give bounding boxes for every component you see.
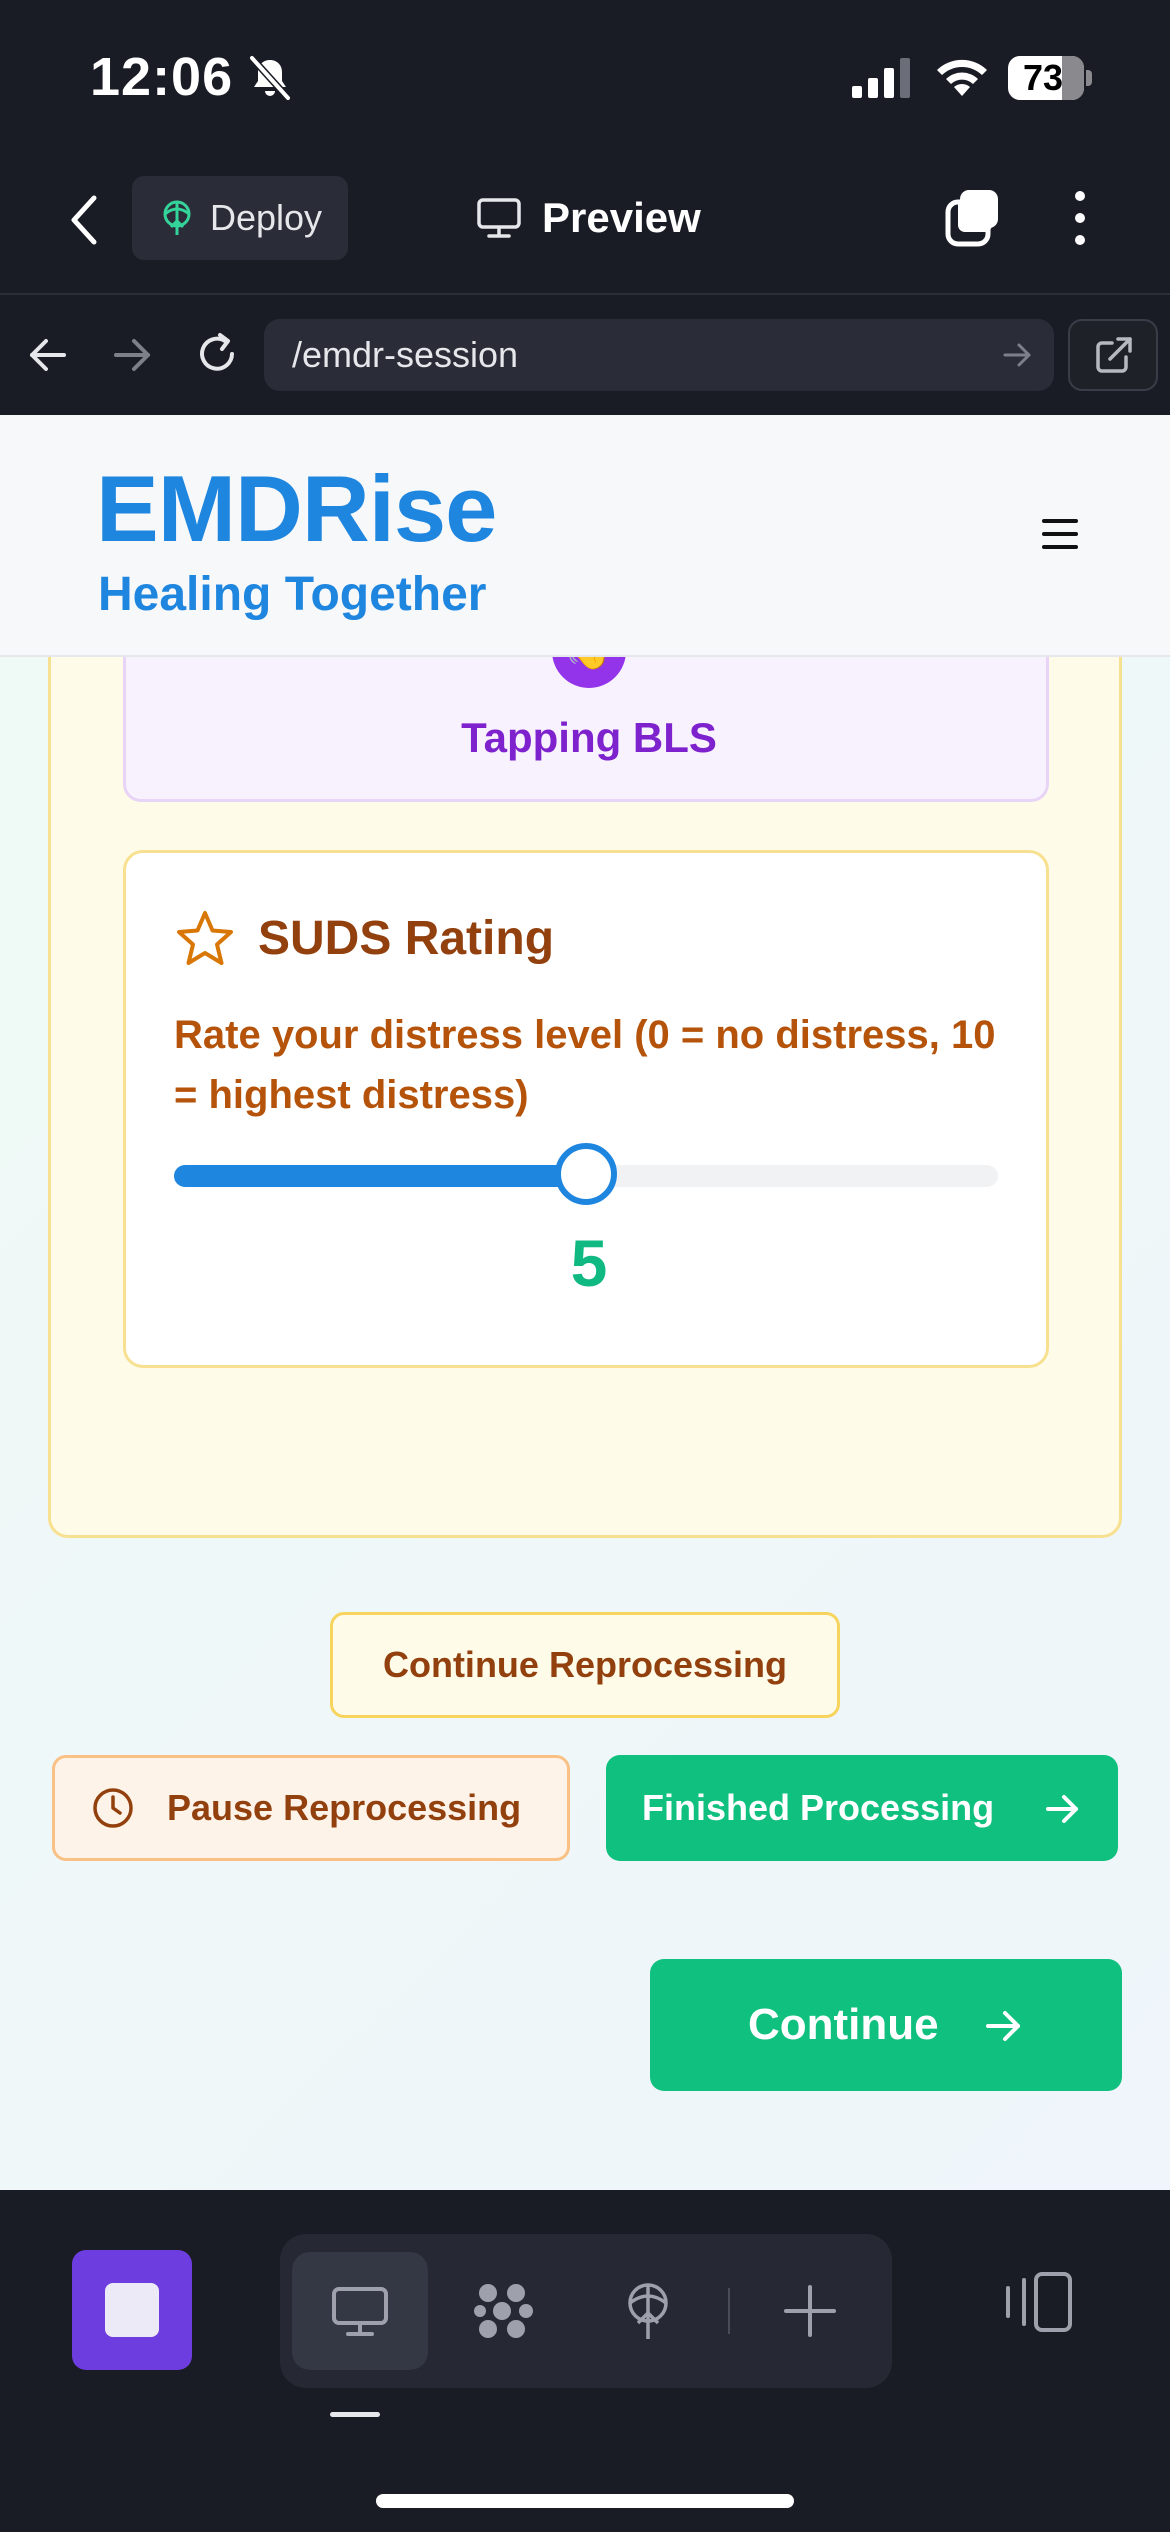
pause-reprocessing-button[interactable]: Pause Reprocessing — [52, 1755, 570, 1861]
finished-processing-label: Finished Processing — [642, 1787, 995, 1828]
workspace-tool-button[interactable] — [436, 2252, 572, 2370]
star-icon — [177, 911, 233, 965]
deploy-label: Deploy — [210, 197, 323, 238]
continue-button[interactable]: Continue — [650, 1959, 1122, 2091]
brand-tagline: Healing Together — [98, 568, 487, 621]
url-text: /emdr-session — [292, 334, 519, 375]
grid-icon — [474, 2284, 533, 2338]
arrow-right-icon[interactable] — [110, 333, 154, 377]
deploy-icon — [628, 2283, 668, 2339]
monitor-icon — [332, 2287, 388, 2336]
browser-bar: /emdr-session — [0, 295, 1170, 415]
app-toolbar: Deploy Preview — [0, 150, 1170, 295]
finished-processing-button[interactable]: Finished Processing — [606, 1755, 1118, 1861]
deploy-tool-button[interactable] — [580, 2252, 716, 2370]
preview-tool-button[interactable] — [292, 2252, 428, 2370]
arrow-right-icon — [986, 2011, 1020, 2041]
deploy-button[interactable]: Deploy — [132, 176, 348, 260]
arrow-left-icon[interactable] — [26, 333, 70, 377]
bls-label: Tapping BLS — [461, 714, 717, 761]
url-field[interactable]: /emdr-session — [264, 319, 1054, 391]
stop-button[interactable] — [72, 2250, 192, 2370]
bottom-toolbar — [0, 2190, 1170, 2532]
slider-thumb[interactable] — [555, 1143, 617, 1205]
suds-description: Rate your distress level (0 = no distres… — [174, 1013, 996, 1117]
suds-title: SUDS Rating — [258, 912, 555, 965]
suds-value: 5 — [570, 1226, 608, 1300]
preview-label: Preview — [542, 194, 701, 241]
tool-group — [280, 2234, 892, 2388]
continue-reprocessing-button[interactable]: Continue Reprocessing — [330, 1612, 840, 1718]
suds-slider[interactable] — [174, 1143, 998, 1205]
arrow-right-icon[interactable] — [1002, 341, 1032, 369]
bell-off-icon — [249, 55, 291, 101]
arrow-right-icon — [1046, 1795, 1078, 1823]
active-tab-indicator — [330, 2412, 380, 2417]
battery-icon: 73 — [1008, 56, 1092, 100]
hamburger-menu-icon[interactable] — [1042, 519, 1082, 553]
sidebar-icon[interactable] — [1000, 2270, 1076, 2334]
stop-icon — [105, 2283, 159, 2337]
reload-icon[interactable] — [192, 329, 242, 379]
status-bar: 12:06 73 — [0, 0, 1170, 150]
wifi-icon — [937, 59, 987, 96]
continue-label: Continue — [748, 2000, 939, 2049]
external-link-icon — [1096, 337, 1132, 373]
add-tool-button[interactable] — [742, 2252, 878, 2370]
monitor-icon — [477, 198, 521, 238]
slider-fill — [174, 1165, 586, 1187]
home-indicator[interactable] — [376, 2494, 794, 2508]
web-page: EMDRise Healing Together 👋 Tapping BLS S… — [0, 415, 1170, 2190]
tabs-icon[interactable] — [944, 186, 1002, 250]
preview-toggle[interactable]: Preview — [476, 180, 701, 256]
continue-reprocessing-label: Continue Reprocessing — [382, 1644, 788, 1685]
site-header: EMDRise Healing Together — [0, 415, 1170, 657]
clock-icon — [93, 1788, 133, 1828]
battery-level: 73 — [1022, 57, 1064, 98]
signal-icon — [852, 58, 910, 98]
status-time: 12:06 — [90, 47, 234, 107]
brand-logo[interactable]: EMDRise — [96, 455, 497, 563]
deploy-icon — [163, 200, 191, 235]
pause-reprocessing-label: Pause Reprocessing — [167, 1787, 522, 1828]
open-external-button[interactable] — [1068, 319, 1158, 391]
plus-icon — [784, 2285, 836, 2337]
more-vertical-icon[interactable] — [1070, 188, 1090, 248]
suds-card: SUDS Rating Rate your distress level (0 … — [123, 850, 1049, 1368]
session-panel: 👋 Tapping BLS SUDS Rating Rate your dist… — [48, 575, 1122, 1538]
chevron-left-icon[interactable] — [60, 192, 110, 248]
